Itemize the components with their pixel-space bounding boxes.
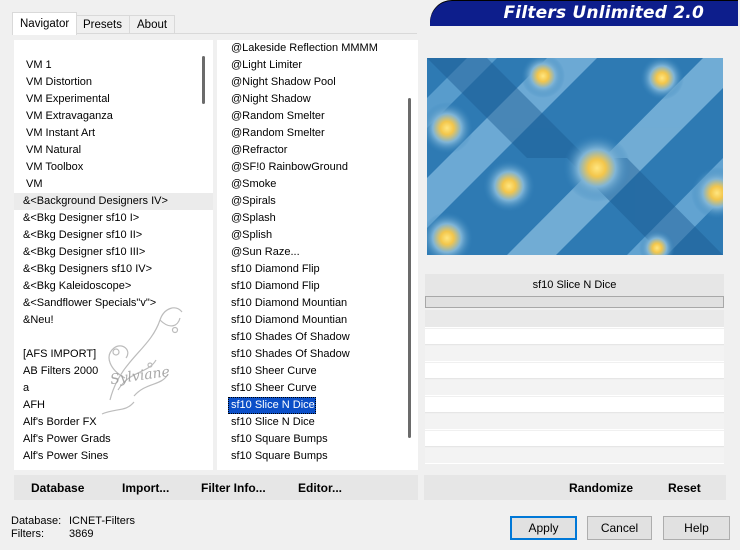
filter-item[interactable]: @Refractor <box>217 142 418 159</box>
banner-title: Filters Unlimited 2.0 <box>503 3 704 23</box>
category-item[interactable]: &<Bkg Kaleidoscope> <box>14 278 213 295</box>
filter-item[interactable]: sf10 Slice N Dice <box>217 414 418 431</box>
filter-info-button[interactable]: Filter Info... <box>201 481 266 495</box>
filter-item[interactable]: @Splash <box>217 210 418 227</box>
category-item[interactable]: VM Toolbox <box>14 159 213 176</box>
filter-item[interactable]: @Lakeside Reflection MMMM <box>217 40 418 57</box>
filter-item[interactable]: @Night Shadow Pool <box>217 74 418 91</box>
category-item[interactable]: &<Bkg Designer sf10 I> <box>14 210 213 227</box>
reset-button[interactable]: Reset <box>668 481 701 495</box>
category-item[interactable]: Alf's Border FX <box>14 414 213 431</box>
import-button[interactable]: Import... <box>122 481 169 495</box>
parameter-row[interactable] <box>425 380 724 396</box>
filter-scrollbar-thumb[interactable] <box>408 98 411 438</box>
apply-button[interactable]: Apply <box>510 516 577 540</box>
parameter-row[interactable] <box>425 397 724 413</box>
filter-item[interactable]: @Splish <box>217 227 418 244</box>
parameter-row[interactable] <box>425 363 724 379</box>
cancel-button[interactable]: Cancel <box>587 516 652 540</box>
randomize-button[interactable]: Randomize <box>569 481 633 495</box>
filter-preview-image <box>427 58 723 255</box>
filter-item[interactable]: @SF!0 RainbowGround <box>217 159 418 176</box>
parameter-row[interactable] <box>425 329 724 345</box>
current-filter-name: sf10 Slice N Dice <box>425 274 724 296</box>
category-item[interactable]: &<Bkg Designer sf10 II> <box>14 227 213 244</box>
tab-navigator[interactable]: Navigator <box>12 12 78 35</box>
filter-item[interactable]: sf10 Square Bumps <box>217 448 418 465</box>
database-status: Database: ICNET-Filters <box>11 515 135 527</box>
filter-item[interactable]: sf10 Shades Of Shadow <box>217 346 418 363</box>
parameter-slider[interactable] <box>425 296 724 308</box>
parameter-row[interactable] <box>425 346 724 362</box>
parameter-row[interactable] <box>425 414 724 430</box>
filter-item[interactable]: @Smoke <box>217 176 418 193</box>
filter-item[interactable]: sf10 Diamond Mountian <box>217 295 418 312</box>
filters-status: Filters: 3869 <box>11 528 93 540</box>
filter-item[interactable]: sf10 Square Bumps <box>217 431 418 448</box>
filters-label: Filters: <box>11 528 44 540</box>
title-banner: Filters Unlimited 2.0 <box>430 1 738 26</box>
category-item[interactable]: VM Extravaganza <box>14 108 213 125</box>
database-button[interactable]: Database <box>31 481 84 495</box>
category-item[interactable]: VM 1 <box>14 57 213 74</box>
parameter-rows <box>425 310 724 465</box>
category-list[interactable]: VM 1 VM Distortion VM Experimental VM Extra… <box>14 40 213 470</box>
category-scrollbar-thumb[interactable] <box>202 56 205 104</box>
filter-item[interactable]: sf10 Diamond Flip <box>217 261 418 278</box>
category-item[interactable]: VM <box>14 176 213 193</box>
filter-item[interactable]: @Night Shadow <box>217 91 418 108</box>
filter-item[interactable]: sf10 Diamond Mountian <box>217 312 418 329</box>
tab-presets[interactable]: Presets <box>75 15 130 34</box>
parameter-row[interactable] <box>425 431 724 447</box>
parameter-row[interactable] <box>425 448 724 464</box>
category-item[interactable]: VM Instant Art <box>14 125 213 142</box>
category-item[interactable]: &<Background Designers IV> <box>14 193 213 210</box>
category-item[interactable]: VM Experimental <box>14 91 213 108</box>
list-spacer <box>14 40 213 57</box>
category-item[interactable]: &<Sandflower Specials"v"> <box>14 295 213 312</box>
category-item[interactable]: &<Bkg Designer sf10 III> <box>14 244 213 261</box>
category-item <box>14 329 213 346</box>
category-item[interactable]: VM Distortion <box>14 74 213 91</box>
database-value: ICNET-Filters <box>69 515 135 527</box>
category-item[interactable]: VM Natural <box>14 142 213 159</box>
filter-item[interactable]: @Spirals <box>217 193 418 210</box>
parameter-row[interactable] <box>425 310 724 328</box>
filter-item[interactable]: @Sun Raze... <box>217 244 418 261</box>
category-item[interactable]: [AFS IMPORT] <box>14 346 213 363</box>
database-label: Database: <box>11 515 62 527</box>
filter-item[interactable]: @Light Limiter <box>217 57 418 74</box>
filter-item[interactable]: sf10 Sheer Curve <box>217 363 418 380</box>
category-item[interactable]: AFH <box>14 397 213 414</box>
filter-item[interactable]: sf10 Shades Of Shadow <box>217 329 418 346</box>
category-item[interactable]: Alf's Power Grads <box>14 431 213 448</box>
category-item[interactable]: &Neu! <box>14 312 213 329</box>
filter-item-selected[interactable]: sf10 Slice N Dice <box>228 397 316 414</box>
filter-list[interactable]: @Lakeside Reflection MMMM @Light Limiter @… <box>217 40 418 470</box>
help-button[interactable]: Help <box>663 516 730 540</box>
category-item[interactable]: Alf's Power Sines <box>14 448 213 465</box>
filters-count: 3869 <box>69 528 94 540</box>
filter-item[interactable]: sf10 Diamond Flip <box>217 278 418 295</box>
category-item[interactable]: &<Bkg Designers sf10 IV> <box>14 261 213 278</box>
filter-item[interactable]: sf10 Sheer Curve <box>217 380 418 397</box>
editor-button[interactable]: Editor... <box>298 481 342 495</box>
tab-about[interactable]: About <box>129 15 176 34</box>
filter-item[interactable]: @Random Smelter <box>217 125 418 142</box>
filter-item[interactable]: @Random Smelter <box>217 108 418 125</box>
